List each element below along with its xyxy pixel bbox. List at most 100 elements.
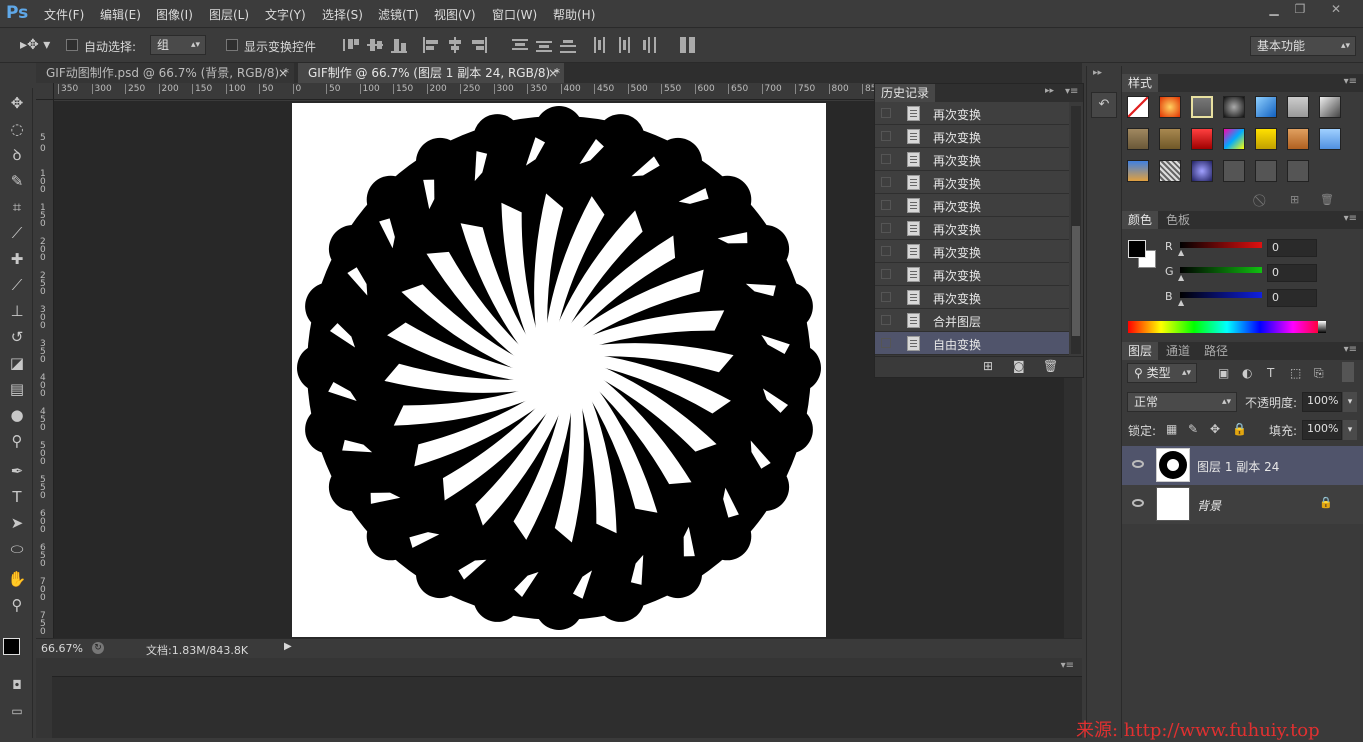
distribute-left-icon[interactable] bbox=[592, 37, 610, 53]
visibility-eye-icon[interactable] bbox=[1132, 460, 1144, 468]
spectrum-bw[interactable] bbox=[1318, 321, 1326, 333]
filter-smart-icon[interactable]: ⎘ bbox=[1314, 366, 1324, 381]
close-tab-icon[interactable]: × bbox=[548, 63, 558, 83]
style-swatch[interactable] bbox=[1159, 160, 1181, 182]
history-source-checkbox[interactable] bbox=[881, 154, 891, 164]
history-source-checkbox[interactable] bbox=[881, 131, 891, 141]
layer-filter-dropdown[interactable]: ⚲ 类型 ▴▾ bbox=[1127, 363, 1197, 383]
type-tool-icon[interactable]: T bbox=[6, 486, 28, 508]
history-item[interactable]: 再次变换 bbox=[875, 125, 1069, 148]
channel-value-input[interactable]: 0 bbox=[1267, 264, 1317, 282]
history-source-checkbox[interactable] bbox=[881, 108, 891, 118]
screen-mode-icon[interactable]: ▭ bbox=[6, 700, 28, 722]
menu-help[interactable]: 帮助(H) bbox=[553, 6, 595, 23]
document-canvas[interactable] bbox=[292, 103, 826, 637]
layer-row-background[interactable]: 背景 🔒 bbox=[1122, 485, 1363, 524]
gradient-tool-icon[interactable]: ▤ bbox=[6, 378, 28, 400]
share-icon[interactable]: ↻ bbox=[92, 642, 104, 654]
menu-layer[interactable]: 图层(L) bbox=[209, 6, 249, 23]
filter-shape-icon[interactable]: ⬚ bbox=[1290, 366, 1301, 380]
new-document-from-state-icon[interactable]: ⊞ bbox=[983, 359, 993, 373]
channel-slider[interactable] bbox=[1180, 292, 1262, 298]
tab-swatches[interactable]: 色板 bbox=[1160, 211, 1196, 229]
history-source-checkbox[interactable] bbox=[881, 177, 891, 187]
history-item[interactable]: 再次变换 bbox=[875, 217, 1069, 240]
align-right-icon[interactable] bbox=[471, 37, 489, 53]
history-brush-tool-icon[interactable]: ↺ bbox=[6, 326, 28, 348]
style-swatch[interactable] bbox=[1159, 96, 1181, 118]
tab-paths[interactable]: 路径 bbox=[1198, 342, 1234, 360]
quick-select-tool-icon[interactable]: ✎ bbox=[6, 170, 28, 192]
panel-menu-icon[interactable]: ▾≡ bbox=[1065, 86, 1078, 97]
history-item[interactable]: 再次变换 bbox=[875, 263, 1069, 286]
history-item[interactable]: 再次变换 bbox=[875, 286, 1069, 309]
channel-value-input[interactable]: 0 bbox=[1267, 239, 1317, 257]
panel-menu-icon[interactable]: ▾≡ bbox=[1344, 213, 1357, 224]
style-swatch[interactable] bbox=[1191, 160, 1213, 182]
eraser-tool-icon[interactable]: ◪ bbox=[6, 352, 28, 374]
healing-brush-tool-icon[interactable]: ✚ bbox=[6, 248, 28, 270]
path-select-tool-icon[interactable]: ➤ bbox=[6, 512, 28, 534]
menu-edit[interactable]: 编辑(E) bbox=[100, 6, 141, 23]
lock-paint-icon[interactable]: ✎ bbox=[1188, 422, 1198, 436]
layer-name[interactable]: 图层 1 副本 24 bbox=[1197, 458, 1279, 475]
channel-slider[interactable] bbox=[1180, 242, 1262, 248]
distribute-vcenter-icon[interactable] bbox=[536, 37, 554, 53]
history-source-checkbox[interactable] bbox=[881, 338, 891, 348]
filter-type-icon[interactable]: T bbox=[1267, 366, 1274, 380]
history-scrollbar[interactable] bbox=[1071, 106, 1081, 354]
tab-color[interactable]: 颜色 bbox=[1122, 211, 1159, 229]
style-swatch[interactable] bbox=[1319, 128, 1341, 150]
filter-pixel-icon[interactable]: ▣ bbox=[1218, 366, 1229, 380]
slider-handle-icon[interactable]: ▲ bbox=[1178, 298, 1184, 307]
pen-tool-icon[interactable]: ✒ bbox=[6, 460, 28, 482]
history-source-checkbox[interactable] bbox=[881, 223, 891, 233]
distribute-top-icon[interactable] bbox=[512, 37, 530, 53]
tab-channels[interactable]: 通道 bbox=[1160, 342, 1196, 360]
style-swatch[interactable] bbox=[1127, 160, 1149, 182]
blend-mode-dropdown[interactable]: 正常 ▴▾ bbox=[1127, 392, 1237, 412]
auto-select-dropdown[interactable]: 组 ▴▾ bbox=[150, 35, 206, 55]
history-source-checkbox[interactable] bbox=[881, 246, 891, 256]
auto-align-icon[interactable] bbox=[680, 37, 698, 53]
marquee-tool-icon[interactable]: ◌ bbox=[6, 118, 28, 140]
history-item[interactable]: 再次变换 bbox=[875, 194, 1069, 217]
style-swatch[interactable] bbox=[1191, 128, 1213, 150]
style-swatch[interactable] bbox=[1223, 128, 1245, 150]
layer-name[interactable]: 背景 bbox=[1197, 497, 1221, 514]
history-panel-icon[interactable]: ↶ bbox=[1091, 92, 1117, 118]
delete-trash-icon[interactable]: 🗑 bbox=[1043, 359, 1058, 373]
opacity-dropdown-icon[interactable]: ▾ bbox=[1343, 392, 1357, 412]
lock-position-icon[interactable]: ✥ bbox=[1210, 422, 1220, 436]
quick-mask-icon[interactable]: ◘ bbox=[6, 674, 28, 696]
tab-gif-psd[interactable]: GIF动图制作.psd @ 66.7% (背景, RGB/8) * × bbox=[36, 63, 294, 83]
distribute-bottom-icon[interactable] bbox=[560, 37, 578, 53]
history-item[interactable]: 合并图层 bbox=[875, 309, 1069, 332]
lock-transparent-icon[interactable]: ▦ bbox=[1166, 422, 1177, 436]
align-hcenter-icon[interactable] bbox=[447, 37, 465, 53]
tab-layers[interactable]: 图层 bbox=[1122, 342, 1159, 360]
panel-menu-icon[interactable]: ▾≡ bbox=[1061, 660, 1074, 671]
history-item[interactable]: 自由变换 bbox=[875, 332, 1069, 355]
distribute-hcenter-icon[interactable] bbox=[616, 37, 634, 53]
crop-tool-icon[interactable]: ⌗ bbox=[6, 196, 28, 218]
history-item[interactable]: 再次变换 bbox=[875, 148, 1069, 171]
auto-select-checkbox[interactable] bbox=[66, 39, 78, 51]
style-swatch[interactable] bbox=[1127, 128, 1149, 150]
color-fg-swatch[interactable] bbox=[1128, 240, 1146, 258]
restore-icon[interactable]: ❐ bbox=[1288, 2, 1312, 18]
style-swatch[interactable] bbox=[1287, 96, 1309, 118]
hand-tool-icon[interactable]: ✋ bbox=[6, 568, 28, 590]
filter-toggle[interactable] bbox=[1342, 362, 1354, 382]
history-scroll-thumb[interactable] bbox=[1072, 226, 1080, 336]
eyedropper-tool-icon[interactable]: ⟋ bbox=[6, 222, 28, 244]
menu-filter[interactable]: 滤镜(T) bbox=[378, 6, 419, 23]
clone-stamp-tool-icon[interactable]: ⊥ bbox=[6, 300, 28, 322]
close-tab-icon[interactable]: × bbox=[278, 63, 288, 83]
tab-gif-active[interactable]: GIF制作 @ 66.7% (图层 1 副本 24, RGB/8) * × bbox=[298, 63, 564, 83]
delete-style-icon[interactable]: 🗑 bbox=[1320, 193, 1334, 206]
brush-tool-icon[interactable]: ⟋ bbox=[6, 274, 28, 296]
history-item[interactable]: 再次变换 bbox=[875, 240, 1069, 263]
panel-menu-icon[interactable]: ▾≡ bbox=[1344, 76, 1357, 87]
color-spectrum-bar[interactable] bbox=[1128, 321, 1326, 333]
